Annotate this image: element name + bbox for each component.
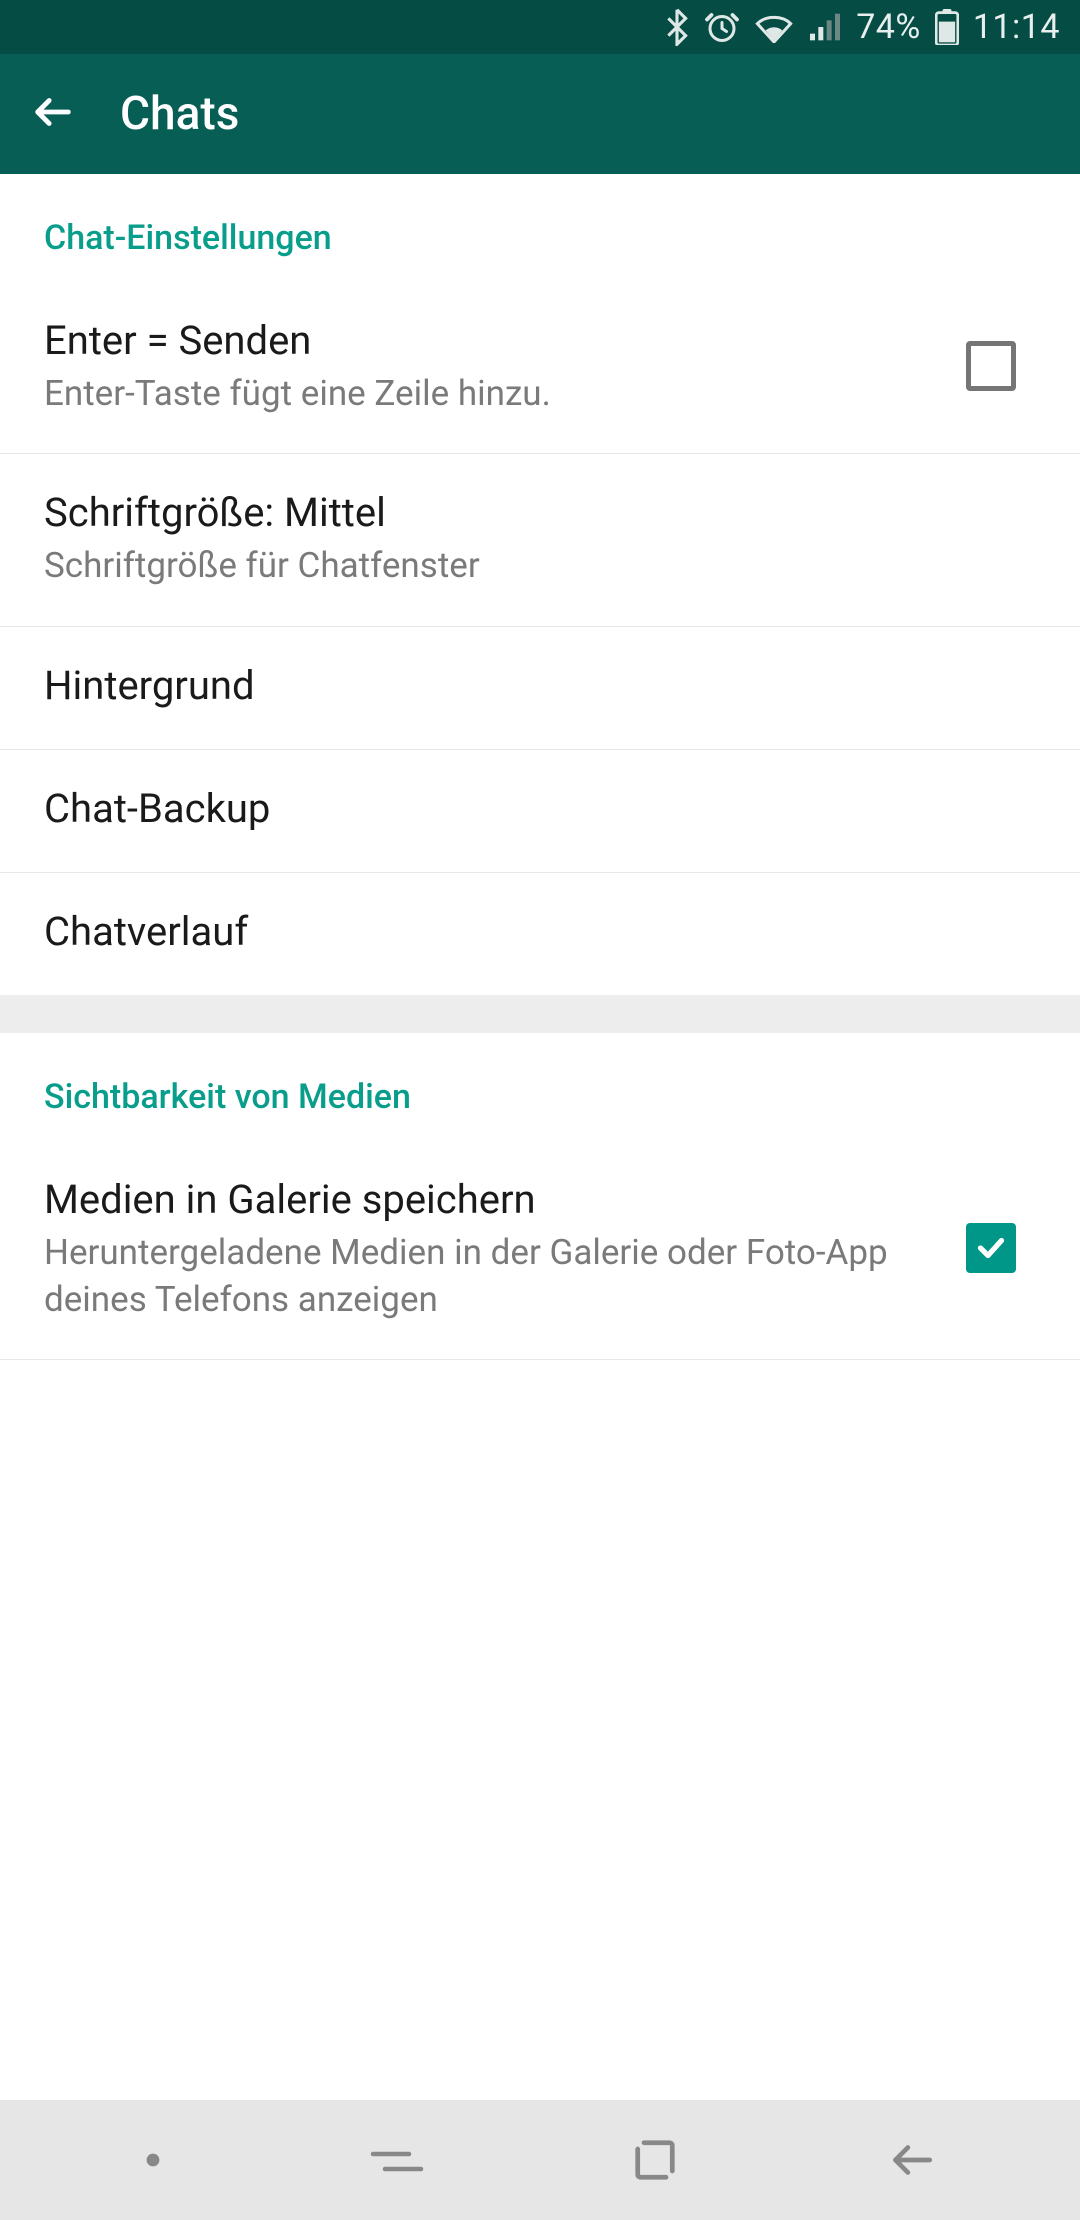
nav-recents-icon[interactable]: [370, 2139, 424, 2181]
nav-home-icon[interactable]: [633, 2138, 677, 2182]
setting-text: Medien in Galerie speichern Heruntergela…: [44, 1173, 966, 1324]
setting-wallpaper[interactable]: Hintergrund: [0, 627, 1080, 750]
checkbox-checked-icon[interactable]: [966, 1223, 1016, 1273]
status-bar: 74% 11:14: [0, 0, 1080, 54]
battery-icon: [935, 9, 959, 45]
clock-time: 11:14: [973, 7, 1060, 47]
setting-chat-backup[interactable]: Chat-Backup: [0, 750, 1080, 873]
bluetooth-icon: [664, 8, 690, 46]
setting-subtitle: Heruntergeladene Medien in der Galerie o…: [44, 1229, 966, 1324]
android-nav-bar: [0, 2100, 1080, 2220]
nav-back-icon[interactable]: [886, 2140, 936, 2180]
setting-title: Enter = Senden: [44, 314, 966, 368]
back-arrow-icon[interactable]: [30, 89, 76, 139]
section-divider: [0, 995, 1080, 1033]
setting-text: Enter = Senden Enter-Taste fügt eine Zei…: [44, 314, 966, 417]
battery-percentage: 74%: [856, 7, 921, 47]
setting-title: Medien in Galerie speichern: [44, 1173, 966, 1227]
setting-text: Chatverlauf: [44, 905, 1036, 959]
setting-title: Chatverlauf: [44, 905, 1036, 959]
setting-title: Chat-Backup: [44, 782, 1036, 836]
setting-subtitle: Enter-Taste fügt eine Zeile hinzu.: [44, 370, 966, 417]
app-bar: Chats: [0, 54, 1080, 174]
setting-subtitle: Schriftgröße für Chatfenster: [44, 542, 1036, 589]
setting-enter-send[interactable]: Enter = Senden Enter-Taste fügt eine Zei…: [0, 282, 1080, 454]
setting-text: Hintergrund: [44, 659, 1036, 713]
setting-font-size[interactable]: Schriftgröße: Mittel Schriftgröße für Ch…: [0, 454, 1080, 626]
setting-title: Hintergrund: [44, 659, 1036, 713]
alarm-icon: [704, 9, 740, 45]
setting-text: Schriftgröße: Mittel Schriftgröße für Ch…: [44, 486, 1036, 589]
checkbox-unchecked-icon[interactable]: [966, 341, 1016, 391]
section-header-chat-settings: Chat-Einstellungen: [0, 174, 1080, 282]
setting-save-media[interactable]: Medien in Galerie speichern Heruntergela…: [0, 1141, 1080, 1361]
setting-text: Chat-Backup: [44, 782, 1036, 836]
nav-dot-icon[interactable]: [145, 2152, 161, 2168]
settings-content: Chat-Einstellungen Enter = Senden Enter-…: [0, 174, 1080, 2100]
section-header-media-visibility: Sichtbarkeit von Medien: [0, 1033, 1080, 1141]
setting-chat-history[interactable]: Chatverlauf: [0, 873, 1080, 995]
signal-icon: [808, 12, 842, 42]
page-title: Chats: [120, 87, 239, 141]
wifi-icon: [754, 11, 794, 43]
setting-title: Schriftgröße: Mittel: [44, 486, 1036, 540]
